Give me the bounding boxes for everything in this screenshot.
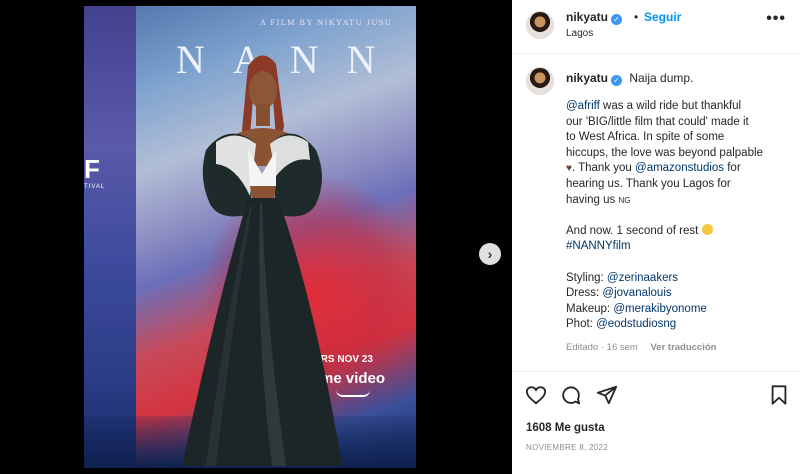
credit-label: Dress: xyxy=(566,287,603,300)
like-heart-icon[interactable] xyxy=(525,384,547,406)
caption-text: for xyxy=(724,162,741,175)
chevron-right-icon: › xyxy=(487,246,493,262)
caption-meta: Editado · 16 sem Ver traducción xyxy=(566,342,716,353)
person-figure xyxy=(182,55,342,466)
follow-button[interactable]: Seguir xyxy=(644,10,681,24)
hashtag-link[interactable]: #NANNYfilm xyxy=(566,239,792,255)
flag-ng-icon: NG xyxy=(618,195,631,205)
caption-text: to West Africa. In spite of some xyxy=(566,131,725,144)
avatar[interactable] xyxy=(526,11,554,39)
post-photo: A FILM BY NIKYATU JUSU NANN F TIVAL ERS … xyxy=(84,6,416,468)
caption-first-line: Naija dump. xyxy=(629,71,694,85)
bookmark-icon[interactable] xyxy=(768,384,790,406)
caption-avatar[interactable] xyxy=(526,67,554,95)
caption-paragraph-1: @afriff was a wild ride but thankful our… xyxy=(566,99,792,208)
caption-paragraph-2: And now. 1 second of rest #NANNYfilm xyxy=(566,223,792,255)
caption-text: hiccups, the love was beyond palpable xyxy=(566,146,763,159)
post-header: nikyatu ✓ • Seguir Lagos ••• xyxy=(512,0,800,54)
caption-body: @afriff was a wild ride but thankful our… xyxy=(566,99,792,349)
mention-link[interactable]: @eodstudiosng xyxy=(596,318,676,330)
caption-text: having us xyxy=(566,193,619,206)
username-text: nikyatu xyxy=(566,10,609,24)
mention-link[interactable]: @amazonstudios xyxy=(635,162,724,174)
post-media: A FILM BY NIKYATU JUSU NANN F TIVAL ERS … xyxy=(0,0,512,474)
verified-badge-icon: ✓ xyxy=(611,75,623,86)
mention-link[interactable]: @jovanalouis xyxy=(602,287,671,299)
credit-label: Phot: xyxy=(566,318,597,331)
caption-text: hearing us. Thank you Lagos for xyxy=(566,177,731,190)
comment-icon[interactable] xyxy=(560,384,582,406)
caption-text: . Thank you xyxy=(571,162,636,175)
caption-area: nikyatu ✓ Naija dump. @afriff was a wild … xyxy=(512,55,800,370)
mention-link[interactable]: @merakibyonome xyxy=(613,303,707,315)
next-image-button[interactable]: › xyxy=(479,243,501,265)
edited-timestamp: Editado · 16 sem xyxy=(566,342,638,353)
poster-left-band xyxy=(84,6,136,468)
likes-count[interactable]: 1608 Me gusta xyxy=(526,422,605,434)
emoji-icon xyxy=(701,223,713,235)
caption-text: And now. 1 second of rest xyxy=(566,224,702,237)
credit-label: Styling: xyxy=(566,271,607,284)
separator-dot: • xyxy=(634,10,639,24)
action-bar: 1608 Me gusta NOVIEMBRE 8, 2022 xyxy=(512,371,800,474)
mention-link[interactable]: @afriff xyxy=(566,100,600,112)
verified-badge-icon: ✓ xyxy=(611,14,623,25)
caption-credits: Styling: @zerinaakers Dress: @jovanaloui… xyxy=(566,271,792,333)
credit-label: Makeup: xyxy=(566,302,614,315)
caption-header: nikyatu ✓ Naija dump. xyxy=(566,71,693,86)
caption-username[interactable]: nikyatu xyxy=(566,71,608,85)
translate-link[interactable]: Ver traducción xyxy=(650,342,716,353)
more-options-icon[interactable]: ••• xyxy=(766,10,786,28)
location-link[interactable]: Lagos xyxy=(566,28,593,39)
post-date: NOVIEMBRE 8, 2022 xyxy=(526,443,609,452)
poster-film-credit: A FILM BY NIKYATU JUSU xyxy=(260,18,393,27)
caption-text: our 'BIG/little film that could' made it xyxy=(566,115,749,128)
caption-text: was a wild ride but thankful xyxy=(599,100,742,112)
mention-link[interactable]: @zerinaakers xyxy=(607,272,678,284)
share-send-icon[interactable] xyxy=(596,384,618,406)
username-link[interactable]: nikyatu ✓ xyxy=(566,10,623,25)
festival-logo: F xyxy=(84,154,100,184)
festival-logo-sub: TIVAL xyxy=(84,184,106,190)
post-sidebar: nikyatu ✓ • Seguir Lagos ••• nikyatu ✓ Nai… xyxy=(512,0,800,474)
